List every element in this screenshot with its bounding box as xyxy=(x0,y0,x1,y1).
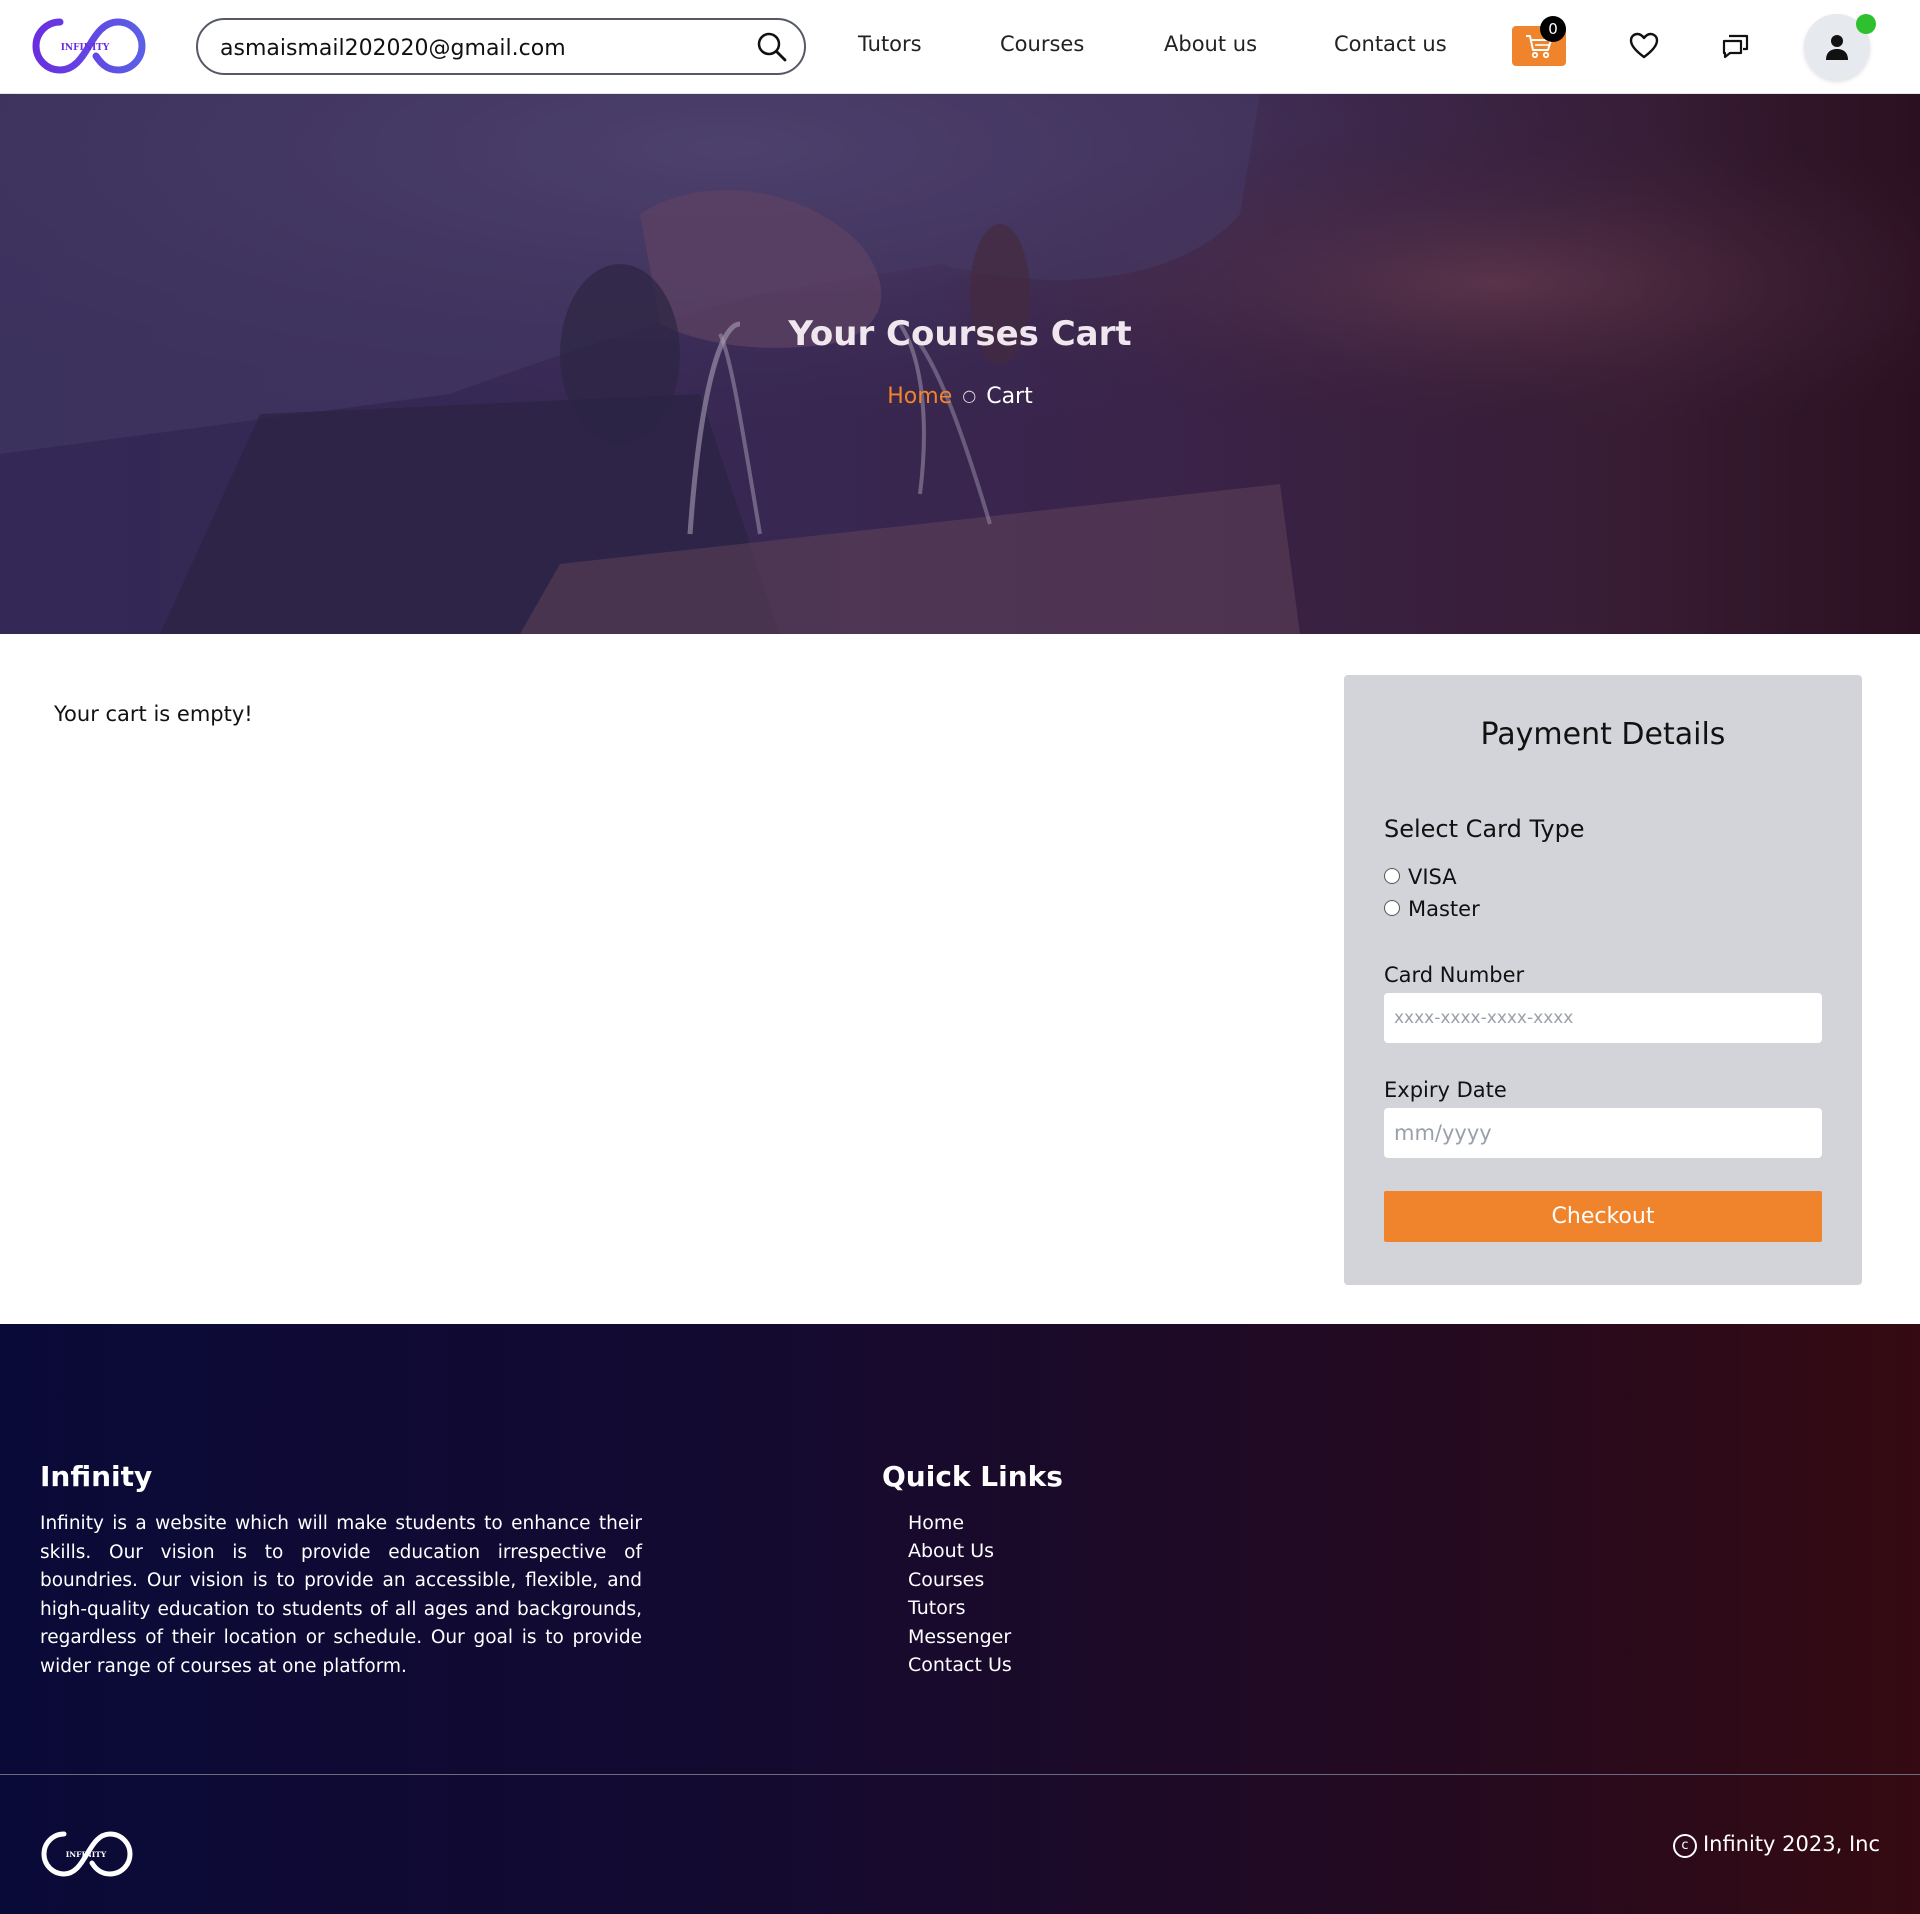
card-type-visa-option[interactable]: VISA xyxy=(1384,865,1457,889)
footer-about-text: Infinity is a website which will make st… xyxy=(40,1513,642,1677)
top-navbar: INFINITY Tutors Courses About us Contact… xyxy=(0,0,1920,94)
footer-about-title: Infinity xyxy=(40,1460,153,1493)
breadcrumb-current: Cart xyxy=(986,384,1033,409)
breadcrumb: Home ○ Cart xyxy=(0,384,1920,409)
footer-link-messenger[interactable]: Messenger xyxy=(908,1626,1011,1648)
search-bar xyxy=(196,18,806,75)
breadcrumb-separator-icon: ○ xyxy=(962,386,977,405)
svg-text:INFINITY: INFINITY xyxy=(66,1850,107,1859)
footer-link-tutors[interactable]: Tutors xyxy=(908,1597,966,1619)
nav-tutors[interactable]: Tutors xyxy=(858,32,922,56)
payment-title: Payment Details xyxy=(1480,717,1726,752)
visa-label: VISA xyxy=(1408,865,1457,889)
master-radio[interactable] xyxy=(1384,900,1400,916)
card-number-label: Card Number xyxy=(1384,963,1525,987)
expiry-date-input[interactable] xyxy=(1384,1108,1822,1158)
svg-text:INFINITY: INFINITY xyxy=(61,43,110,53)
footer-link-about-us[interactable]: About Us xyxy=(908,1540,994,1562)
nav-courses[interactable]: Courses xyxy=(1000,32,1084,56)
chat-icon[interactable] xyxy=(1720,30,1752,62)
footer-quick-links-title: Quick Links xyxy=(882,1460,1063,1493)
breadcrumb-home-link[interactable]: Home xyxy=(887,384,952,409)
empty-cart-message: Your cart is empty! xyxy=(54,702,253,726)
hero-banner: Your Courses Cart Home ○ Cart xyxy=(0,94,1920,634)
footer: Infinity Infinity is a website which wil… xyxy=(0,1324,1920,1914)
search-icon[interactable] xyxy=(756,31,788,63)
copyright-icon: c xyxy=(1672,1834,1697,1858)
nav-contact-us[interactable]: Contact us xyxy=(1334,32,1447,56)
footer-link-home[interactable]: Home xyxy=(908,1512,964,1534)
master-label: Master xyxy=(1408,897,1480,921)
user-icon xyxy=(1826,35,1848,60)
nav-about-us[interactable]: About us xyxy=(1164,32,1257,56)
footer-infinity-logo[interactable]: INFINITY xyxy=(40,1828,134,1880)
visa-radio[interactable] xyxy=(1384,868,1400,884)
heart-icon[interactable] xyxy=(1628,30,1660,62)
card-type-label: Select Card Type xyxy=(1384,815,1585,843)
page-title: Your Courses Cart xyxy=(788,314,1132,354)
checkout-button[interactable]: Checkout xyxy=(1384,1191,1822,1242)
card-number-input[interactable] xyxy=(1384,993,1822,1043)
footer-link-contact-us[interactable]: Contact Us xyxy=(908,1654,1012,1676)
footer-divider xyxy=(0,1774,1920,1775)
online-status-dot xyxy=(1856,14,1876,34)
footer-link-courses[interactable]: Courses xyxy=(908,1569,984,1591)
expiry-date-label: Expiry Date xyxy=(1384,1078,1507,1102)
search-input[interactable] xyxy=(218,30,742,66)
cart-count-badge: 0 xyxy=(1540,16,1566,42)
card-type-master-option[interactable]: Master xyxy=(1384,897,1480,921)
payment-details-panel: Payment Details Select Card Type VISA Ma… xyxy=(1344,675,1862,1285)
copyright: c Infinity 2023, Inc xyxy=(1672,1832,1880,1860)
hero-background-image xyxy=(0,94,1920,634)
infinity-logo[interactable]: INFINITY xyxy=(30,14,148,78)
copyright-text: Infinity 2023, Inc xyxy=(1702,1832,1880,1856)
